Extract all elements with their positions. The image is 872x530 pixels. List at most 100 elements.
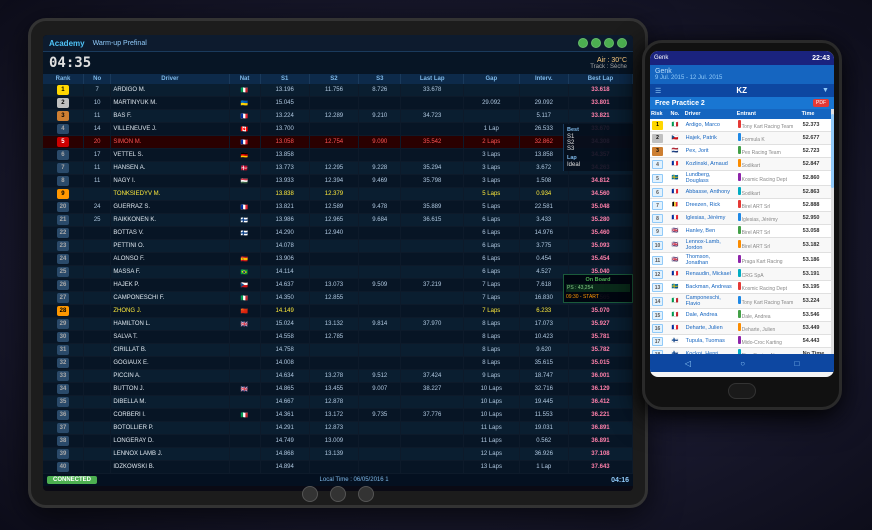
phone-cell-no: 🇬🇧 bbox=[670, 253, 684, 268]
tablet-recent-btn[interactable] bbox=[358, 486, 374, 502]
phone-cell-time: 54.443 bbox=[801, 335, 834, 348]
phone-cell-no: 🇨🇿 bbox=[670, 132, 684, 145]
phone-cell-pos: 2 bbox=[650, 132, 670, 145]
cell-gap: 10 Laps bbox=[463, 396, 519, 409]
cell-no bbox=[83, 448, 110, 461]
cell-s1: 14.868 bbox=[260, 448, 309, 461]
cell-driver: LONGERAY D. bbox=[111, 435, 229, 448]
cell-gap: 2 Laps bbox=[463, 136, 519, 149]
cell-s3: 9.814 bbox=[359, 318, 401, 331]
cell-s1: 14.290 bbox=[260, 227, 309, 240]
cell-nat: 🇺🇦 bbox=[229, 97, 260, 110]
phone-cell-entrant: Deharte, Julien bbox=[736, 322, 801, 335]
phone-physical-home[interactable] bbox=[728, 383, 756, 399]
phone-country-selector[interactable]: ☰ KZ ▼ bbox=[650, 84, 834, 97]
cell-interv: 1.508 bbox=[519, 175, 568, 188]
cell-no bbox=[83, 461, 110, 474]
tablet-back-btn[interactable] bbox=[302, 486, 318, 502]
col-lastlap: Last Lap bbox=[401, 74, 464, 84]
phone-pdf-button[interactable]: PDF bbox=[813, 99, 829, 107]
cell-lastlap bbox=[401, 253, 464, 266]
cell-bestlap: 36.129 bbox=[568, 383, 632, 396]
col-s2: S2 bbox=[309, 74, 358, 84]
best-label: Best bbox=[567, 127, 630, 133]
cell-gap: 7 Laps bbox=[463, 292, 519, 305]
cell-rank: 39 bbox=[43, 448, 83, 461]
cell-s1: 13.196 bbox=[260, 84, 309, 97]
col-s1: S1 bbox=[260, 74, 309, 84]
phone-home-icon[interactable]: ○ bbox=[740, 359, 745, 368]
cell-gap: 6 Laps bbox=[463, 240, 519, 253]
cell-lastlap bbox=[401, 188, 464, 201]
cell-s3 bbox=[359, 266, 401, 279]
cell-nat: 🇨🇿 bbox=[229, 279, 260, 292]
cell-s1: 14.558 bbox=[260, 331, 309, 344]
cell-interv: 0.562 bbox=[519, 435, 568, 448]
cell-interv: 19.445 bbox=[519, 396, 568, 409]
phone-back-icon[interactable]: ◁ bbox=[685, 359, 691, 368]
cell-lastlap bbox=[401, 448, 464, 461]
cell-s2: 12.289 bbox=[309, 110, 358, 123]
race-table-container: Rank No Driver Nat S1 S2 S3 Last Lap Gap… bbox=[43, 74, 633, 474]
cell-rank: 37 bbox=[43, 422, 83, 435]
cell-driver: CAMPONESCHI F. bbox=[111, 292, 229, 305]
cell-nat: 🇮🇹 bbox=[229, 84, 260, 97]
cell-rank: 23 bbox=[43, 240, 83, 253]
phone-cell-driver: Lennox-Lamb, Jordon bbox=[684, 238, 736, 253]
cell-s1: 13.906 bbox=[260, 253, 309, 266]
cell-s2: 12.785 bbox=[309, 331, 358, 344]
onboard-info: PS : 43,254 bbox=[566, 284, 630, 292]
phone-cell-entrant: Birel ART Srl bbox=[736, 225, 801, 238]
cell-lastlap bbox=[401, 97, 464, 110]
cell-s3 bbox=[359, 357, 401, 370]
cell-s2 bbox=[309, 266, 358, 279]
cell-driver: SALVA T. bbox=[111, 331, 229, 344]
dot-4 bbox=[617, 38, 627, 48]
cell-s1: 13.933 bbox=[260, 175, 309, 188]
phone-recent-icon[interactable]: □ bbox=[794, 359, 799, 368]
cell-no bbox=[83, 318, 110, 331]
cell-nat: 🇮🇹 bbox=[229, 292, 260, 305]
connected-button[interactable]: CONNECTED bbox=[47, 476, 97, 484]
scene: Academy Warm-up Prefinal 04:35 Air : 30°… bbox=[0, 0, 872, 530]
cell-bestlap: 36.412 bbox=[568, 396, 632, 409]
cell-rank: 1 bbox=[43, 84, 83, 97]
cell-gap: 6 Laps bbox=[463, 227, 519, 240]
cell-lastlap bbox=[401, 240, 464, 253]
cell-s2 bbox=[309, 357, 358, 370]
weather-temp: Air : 30°C bbox=[590, 57, 627, 64]
cell-no bbox=[83, 409, 110, 422]
phone-table-row: 5 🇸🇪 Lundberg, Douglass Kosmic Racing De… bbox=[650, 171, 834, 186]
table-row: 5 20 SIMON M. 🇫🇷 13.058 12.754 9.090 35.… bbox=[43, 136, 633, 149]
cell-s3 bbox=[359, 422, 401, 435]
table-row: 8 11 NAGY I. 🇭🇺 13.933 12.394 9.469 35.7… bbox=[43, 175, 633, 188]
phone-cell-no: 🇬🇧 bbox=[670, 238, 684, 253]
cell-s3 bbox=[359, 227, 401, 240]
academy-label: Academy bbox=[49, 39, 85, 48]
phone-status-bar: Genk 22:43 bbox=[650, 51, 834, 65]
scroll-indicator[interactable] bbox=[831, 109, 834, 354]
phone-cell-driver: Tupula, Tuomas bbox=[684, 335, 736, 348]
cell-s2: 13.073 bbox=[309, 279, 358, 292]
cell-interv: 29.092 bbox=[519, 97, 568, 110]
phone-cell-pos: 9 bbox=[650, 225, 670, 238]
timer-row: 04:35 Air : 30°C Track : Sèche bbox=[43, 52, 633, 74]
cell-rank: 25 bbox=[43, 266, 83, 279]
cell-driver: CIRILLAT B. bbox=[111, 344, 229, 357]
table-row: 40 IDZKOWSKI B. 14.894 13 Laps 1 Lap 37.… bbox=[43, 461, 633, 474]
phone-cell-no: 🇮🇹 bbox=[670, 294, 684, 309]
cell-s2 bbox=[309, 461, 358, 474]
cell-gap: 3 Laps bbox=[463, 149, 519, 162]
tablet-home-btn[interactable] bbox=[330, 486, 346, 502]
cell-no bbox=[83, 279, 110, 292]
cell-driver: HAMILTON L. bbox=[111, 318, 229, 331]
cell-rank: 8 bbox=[43, 175, 83, 188]
scroll-thumb[interactable] bbox=[831, 114, 834, 188]
phone-cell-pos: 5 bbox=[650, 171, 670, 186]
phone-table-row: 13 🇸🇪 Backman, Andreas Kosmic Racing Dep… bbox=[650, 281, 834, 294]
phone-cell-driver: Kozlinski, Arnaud bbox=[684, 158, 736, 171]
cell-rank: 38 bbox=[43, 435, 83, 448]
phone-cell-pos: 8 bbox=[650, 212, 670, 225]
dot-1 bbox=[578, 38, 588, 48]
cell-nat: 🇨🇦 bbox=[229, 123, 260, 136]
